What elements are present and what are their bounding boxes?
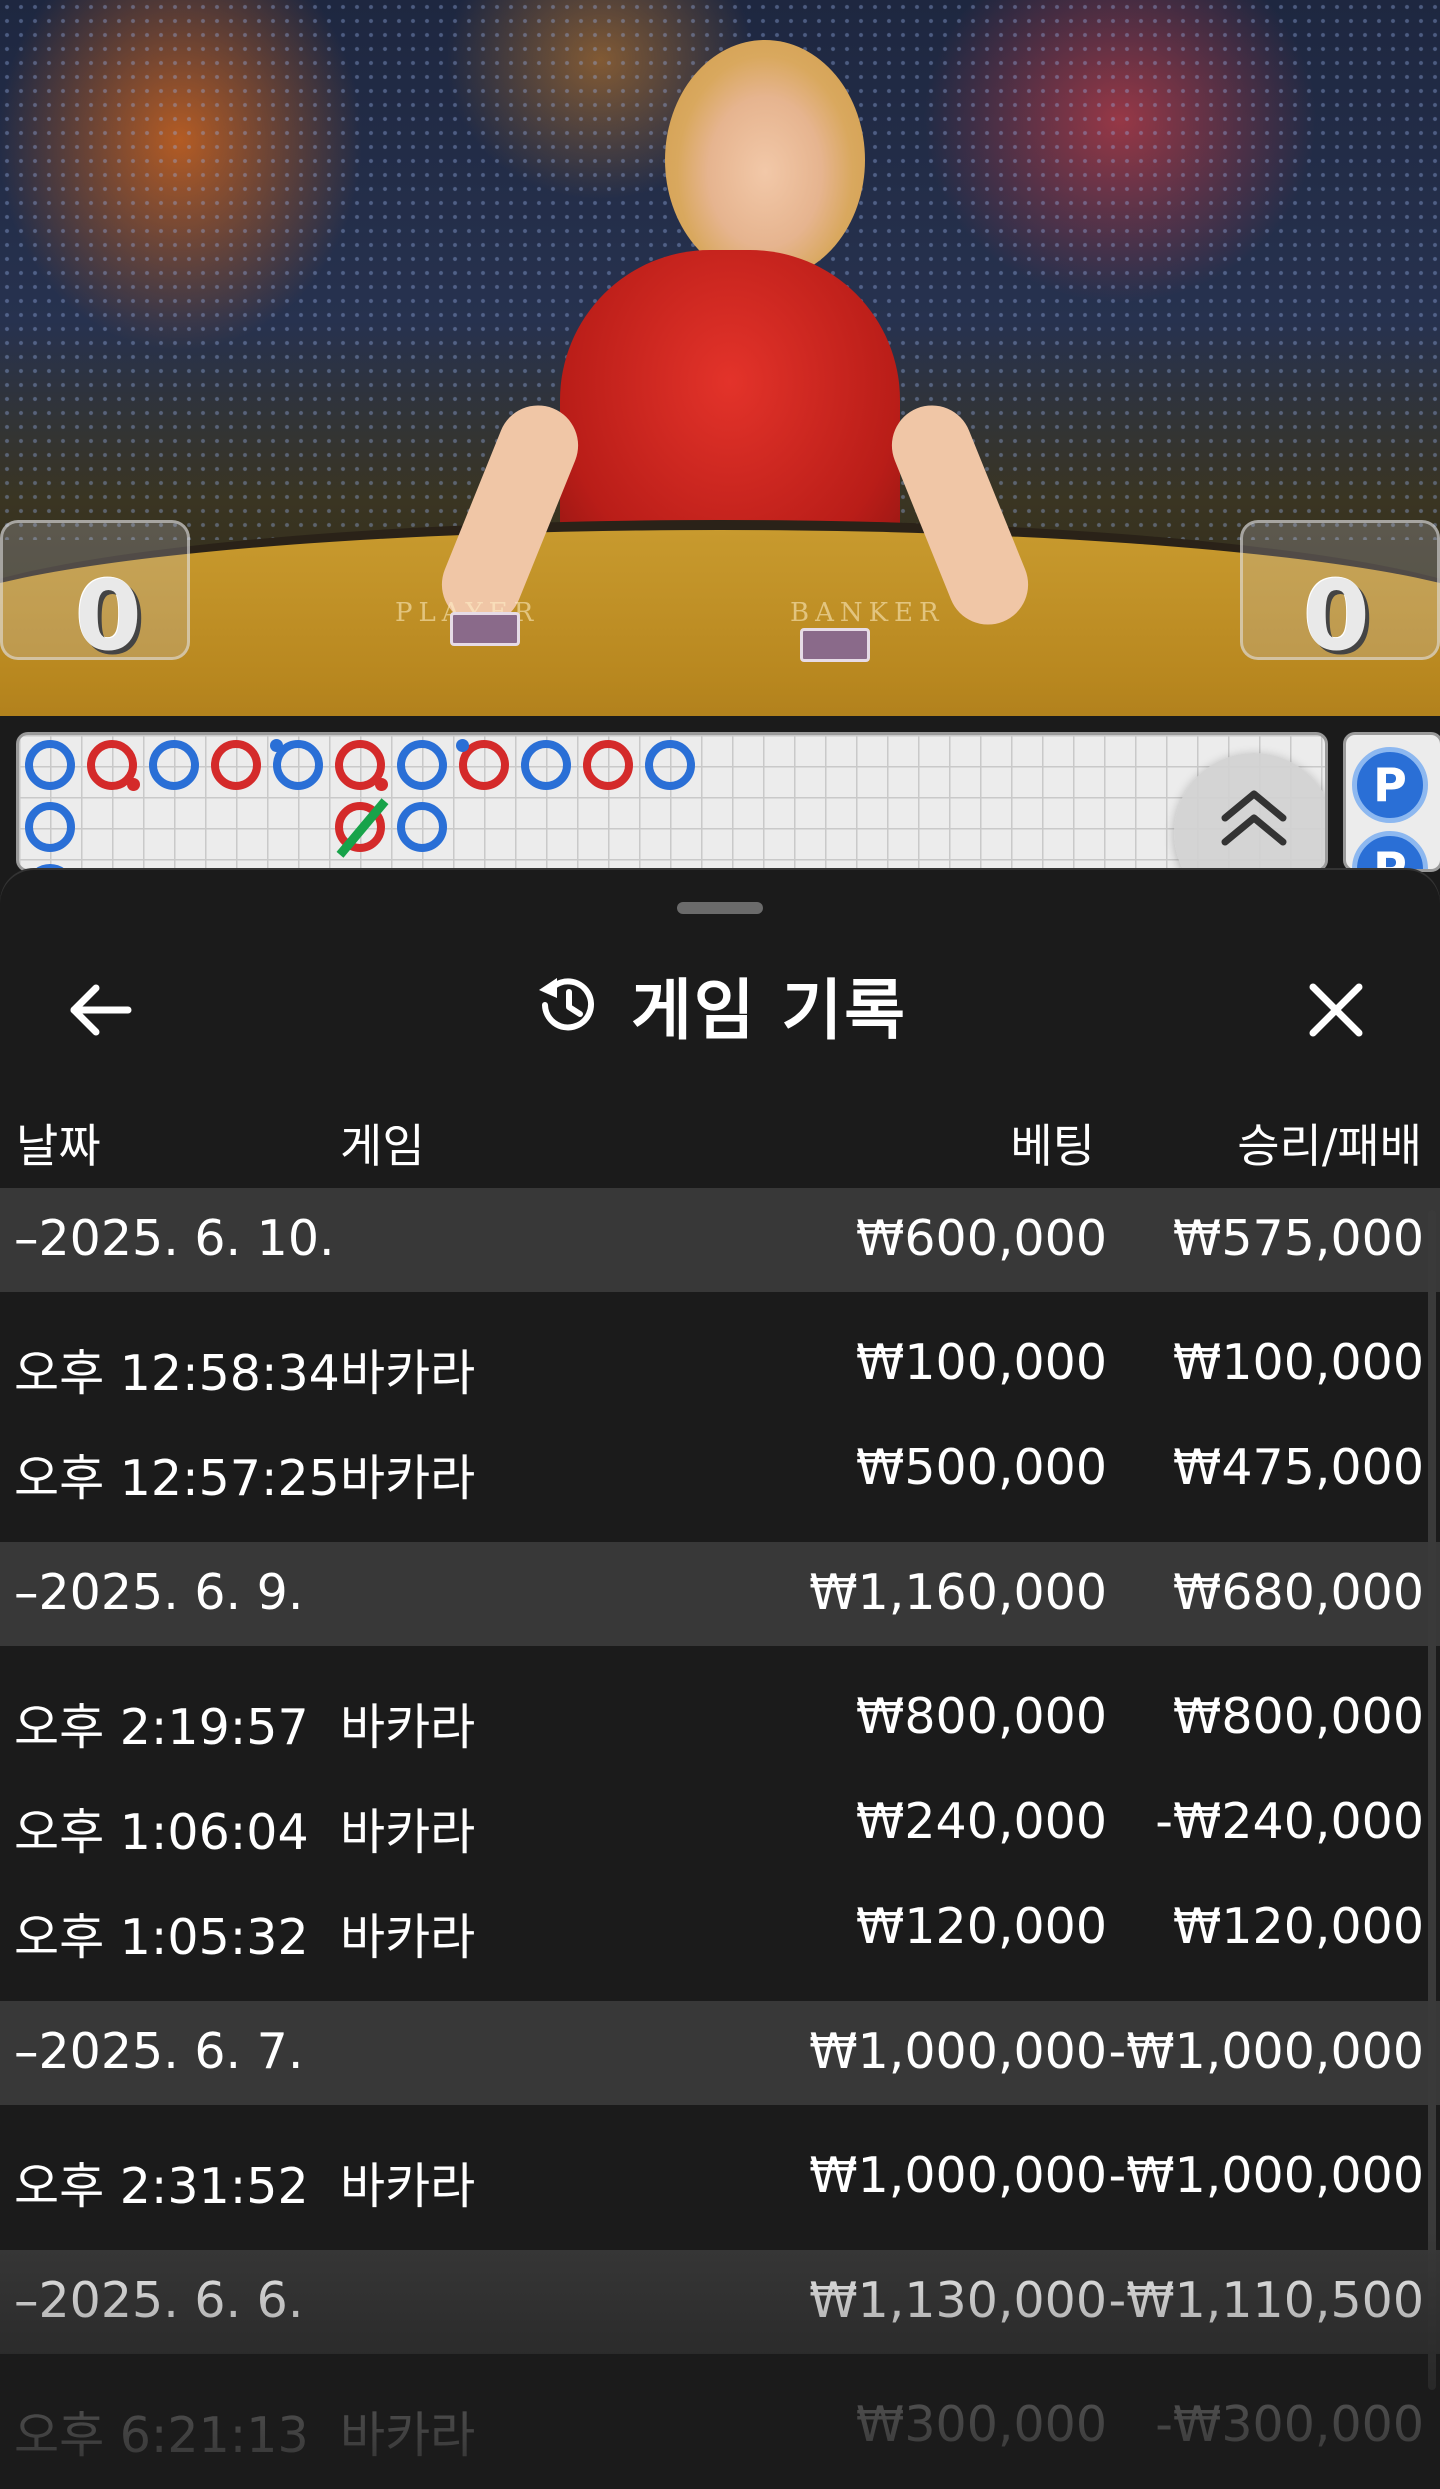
history-row[interactable]: 오후 12:57:25 바카라 ₩500,000 ₩475,000 bbox=[0, 1417, 1440, 1522]
date-group-row[interactable]: –2025. 6. 6. ₩1,130,000 -₩1,110,500 bbox=[0, 2250, 1440, 2354]
column-game: 게임 bbox=[340, 1119, 425, 1173]
column-win-loss: 승리/패배 bbox=[1237, 1119, 1422, 1173]
expand-roadmap-button[interactable] bbox=[1174, 753, 1325, 869]
column-headers: 날짜 게임 베팅 승리/패배 bbox=[0, 1100, 1440, 1180]
date-group-row[interactable]: –2025. 6. 9. ₩1,160,000 ₩680,000 bbox=[0, 1542, 1440, 1646]
entry-win-loss: -₩240,000 bbox=[1155, 1793, 1424, 1850]
scrollbar[interactable] bbox=[1428, 1210, 1436, 2390]
road-cell-player bbox=[394, 799, 450, 855]
entry-bet: ₩100,000 bbox=[855, 1334, 1107, 1391]
live-video: PLAYER BANKER 0 0 bbox=[0, 0, 1440, 716]
group-bet-total: ₩1,160,000 bbox=[809, 1564, 1107, 1621]
road-cell-banker bbox=[456, 737, 512, 793]
group-win-loss-total: -₩1,110,500 bbox=[1108, 2272, 1424, 2329]
banker-card bbox=[800, 628, 870, 662]
group-bet-total: ₩1,130,000 bbox=[809, 2272, 1107, 2329]
group-date: –2025. 6. 7. bbox=[14, 2023, 304, 2080]
close-icon bbox=[1309, 983, 1363, 1037]
entry-time: 오후 6:21:13 bbox=[14, 2407, 309, 2464]
history-list[interactable]: –2025. 6. 10. ₩600,000 ₩575,000 오후 12:58… bbox=[0, 1188, 1440, 2479]
sheet-title: 게임 기록 bbox=[631, 972, 907, 1049]
road-cell-banker bbox=[580, 737, 636, 793]
bead-road[interactable] bbox=[16, 732, 1328, 872]
entry-win-loss: -₩300,000 bbox=[1155, 2396, 1424, 2453]
entry-game: 바카라 bbox=[340, 1909, 476, 1966]
side-road-player-marker: P bbox=[1352, 747, 1428, 823]
side-road: P P bbox=[1343, 732, 1440, 872]
entry-game: 바카라 bbox=[340, 2407, 476, 2464]
entry-game: 바카라 bbox=[340, 1699, 476, 1756]
game-history-sheet: 게임 기록 날짜 게임 베팅 승리/패배 –2025. 6. 10. ₩600,… bbox=[0, 870, 1440, 2489]
chevron-up-double-icon bbox=[1221, 790, 1287, 846]
entry-time: 오후 2:31:52 bbox=[14, 2158, 309, 2215]
back-button[interactable] bbox=[60, 970, 140, 1050]
entry-bet: ₩500,000 bbox=[855, 1439, 1107, 1496]
group-win-loss-total: ₩680,000 bbox=[1172, 1564, 1424, 1621]
history-row[interactable]: 오후 6:21:13 바카라 ₩300,000 -₩300,000 bbox=[0, 2374, 1440, 2479]
column-date: 날짜 bbox=[16, 1119, 101, 1173]
road-cell-player bbox=[22, 737, 78, 793]
entry-bet: ₩1,000,000 bbox=[809, 2147, 1107, 2204]
road-cell-banker bbox=[208, 737, 264, 793]
drag-handle[interactable] bbox=[677, 902, 763, 914]
close-button[interactable] bbox=[1296, 970, 1376, 1050]
date-group-row[interactable]: –2025. 6. 7. ₩1,000,000 -₩1,000,000 bbox=[0, 2001, 1440, 2105]
entry-bet: ₩240,000 bbox=[855, 1793, 1107, 1850]
entry-time: 오후 12:58:34 bbox=[14, 1345, 340, 1402]
entry-time: 오후 1:06:04 bbox=[14, 1804, 309, 1861]
banker-area-label: BANKER bbox=[790, 598, 945, 628]
group-date: –2025. 6. 10. bbox=[14, 1210, 335, 1267]
player-score: 0 bbox=[75, 560, 142, 672]
road-cell-player bbox=[146, 737, 202, 793]
group-date: –2025. 6. 6. bbox=[14, 2272, 304, 2329]
entry-win-loss: -₩1,000,000 bbox=[1108, 2147, 1424, 2204]
road-cell-player bbox=[642, 737, 698, 793]
road-cell-player bbox=[22, 799, 78, 855]
entry-win-loss: ₩100,000 bbox=[1172, 1334, 1424, 1391]
entry-win-loss: ₩800,000 bbox=[1172, 1688, 1424, 1745]
column-bet: 베팅 bbox=[1010, 1119, 1095, 1173]
group-date: –2025. 6. 9. bbox=[14, 1564, 304, 1621]
history-row[interactable]: 오후 1:05:32 바카라 ₩120,000 ₩120,000 bbox=[0, 1876, 1440, 1981]
road-cell-banker bbox=[332, 737, 388, 793]
entry-game: 바카라 bbox=[340, 1345, 476, 1402]
history-row[interactable]: 오후 2:19:57 바카라 ₩800,000 ₩800,000 bbox=[0, 1666, 1440, 1771]
arrow-left-icon bbox=[70, 984, 132, 1036]
road-cell-player bbox=[394, 737, 450, 793]
road-cell-banker-tie bbox=[332, 798, 389, 858]
dealer-head bbox=[665, 40, 865, 280]
player-card bbox=[450, 612, 520, 646]
group-bet-total: ₩600,000 bbox=[855, 1210, 1107, 1267]
side-road-player-marker: P bbox=[1352, 831, 1428, 869]
entry-bet: ₩120,000 bbox=[855, 1898, 1107, 1955]
group-win-loss-total: -₩1,000,000 bbox=[1108, 2023, 1424, 2080]
entry-win-loss: ₩120,000 bbox=[1172, 1898, 1424, 1955]
sheet-header: 게임 기록 bbox=[0, 950, 1440, 1060]
history-icon bbox=[539, 978, 594, 1031]
entry-game: 바카라 bbox=[340, 1804, 476, 1861]
entry-bet: ₩800,000 bbox=[855, 1688, 1107, 1745]
banker-score: 0 bbox=[1303, 560, 1370, 672]
entry-win-loss: ₩475,000 bbox=[1172, 1439, 1424, 1496]
road-cell-player bbox=[518, 737, 574, 793]
baccarat-table bbox=[0, 520, 1440, 716]
history-row[interactable]: 오후 2:31:52 바카라 ₩1,000,000 -₩1,000,000 bbox=[0, 2125, 1440, 2230]
entry-bet: ₩300,000 bbox=[855, 2396, 1107, 2453]
group-bet-total: ₩1,000,000 bbox=[809, 2023, 1107, 2080]
entry-time: 오후 1:05:32 bbox=[14, 1909, 309, 1966]
history-row[interactable]: 오후 12:58:34 바카라 ₩100,000 ₩100,000 bbox=[0, 1312, 1440, 1417]
history-row[interactable]: 오후 1:06:04 바카라 ₩240,000 -₩240,000 bbox=[0, 1771, 1440, 1876]
entry-time: 오후 2:19:57 bbox=[14, 1699, 309, 1756]
entry-game: 바카라 bbox=[340, 1450, 476, 1507]
date-group-row[interactable]: –2025. 6. 10. ₩600,000 ₩575,000 bbox=[0, 1188, 1440, 1292]
group-win-loss-total: ₩575,000 bbox=[1172, 1210, 1424, 1267]
road-cell-player bbox=[270, 737, 326, 793]
road-cell-banker bbox=[84, 737, 140, 793]
entry-time: 오후 12:57:25 bbox=[14, 1450, 340, 1507]
entry-game: 바카라 bbox=[340, 2158, 476, 2215]
